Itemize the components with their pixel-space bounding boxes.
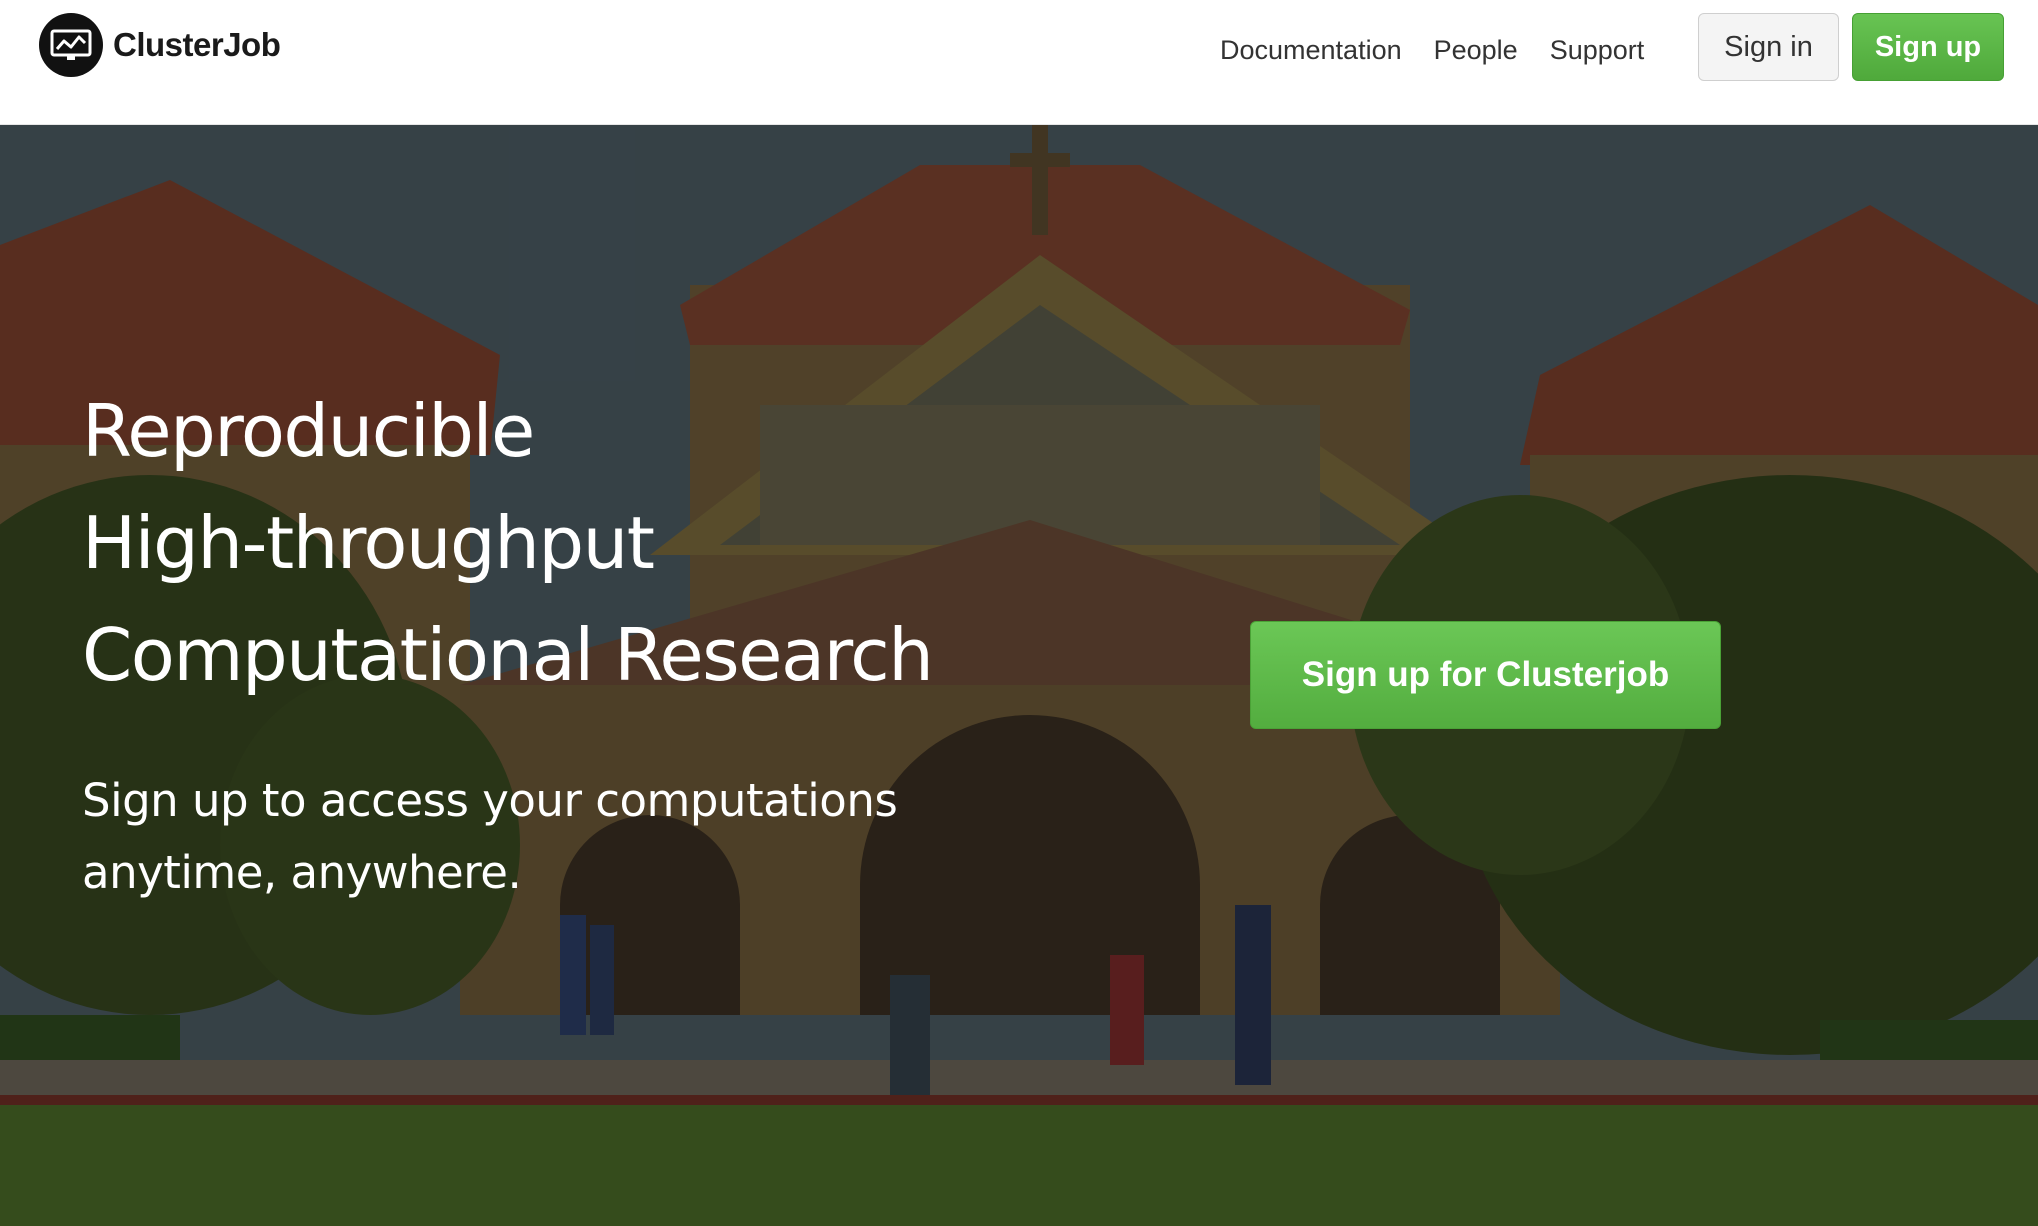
- hero-title-line: Computational Research: [82, 613, 934, 697]
- sign-up-cta-button[interactable]: Sign up for Clusterjob: [1250, 621, 1721, 729]
- brand-name: ClusterJob: [113, 26, 281, 63]
- nav-documentation-link[interactable]: Documentation: [1220, 35, 1402, 66]
- brand-home-link[interactable]: ClusterJob: [39, 12, 281, 78]
- nav-people-link[interactable]: People: [1434, 35, 1518, 66]
- monitor-chart-logo-icon: [39, 13, 103, 77]
- nav-support-link[interactable]: Support: [1550, 35, 1645, 66]
- hero-section: Reproducible High-throughput Computation…: [0, 125, 2038, 1226]
- hero-subtitle: Sign up to access your computations anyt…: [82, 765, 982, 909]
- sign-up-button[interactable]: Sign up: [1852, 13, 2004, 81]
- hero-subtitle-line: anytime, anywhere.: [82, 846, 522, 899]
- nav-links: Documentation People Support: [1220, 12, 1644, 88]
- sign-in-button[interactable]: Sign in: [1698, 13, 1839, 81]
- hero-title-line: High-throughput: [82, 501, 655, 585]
- hero-subtitle-line: Sign up to access your computations: [82, 774, 898, 827]
- hero-title-line: Reproducible: [82, 389, 535, 473]
- top-navbar: ClusterJob Documentation People Support …: [0, 0, 2038, 125]
- hero-title: Reproducible High-throughput Computation…: [82, 375, 982, 711]
